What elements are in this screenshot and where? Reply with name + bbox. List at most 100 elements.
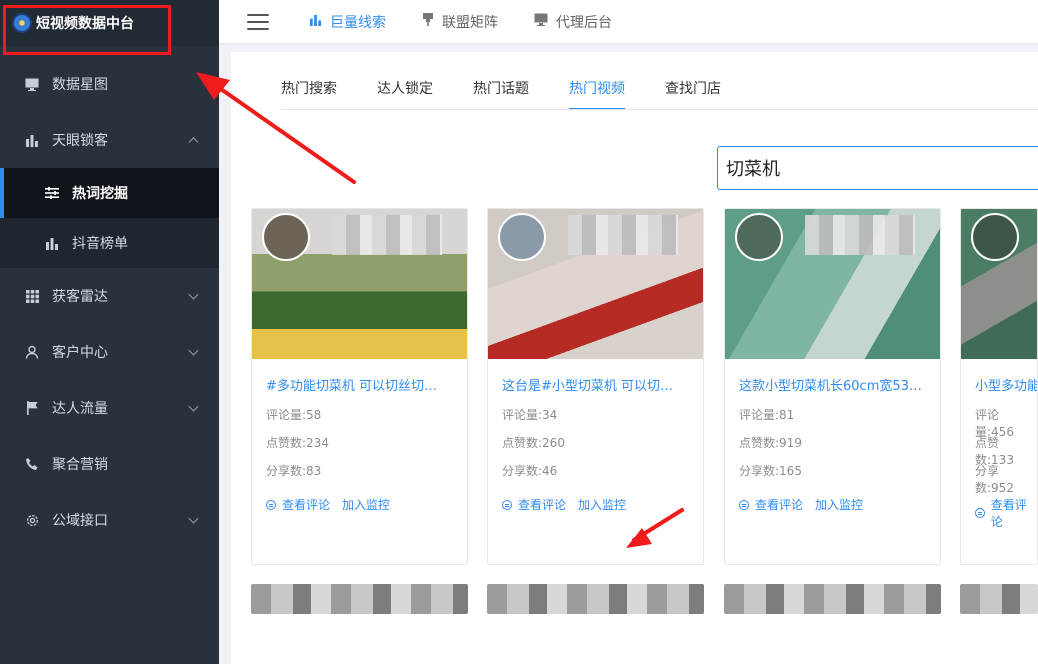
view-comments-link[interactable]: 查看评论 [991, 496, 1037, 530]
highlight-box [3, 5, 171, 55]
top-nav-item-agent[interactable]: 代理后台 [534, 12, 612, 32]
video-thumbnail-row2[interactable] [487, 584, 704, 614]
user-icon [24, 344, 40, 360]
chevron-down-icon [188, 513, 199, 524]
add-monitor-link[interactable]: 加入监控 [815, 496, 863, 513]
comment-count: 评论量:58 [266, 408, 322, 422]
sidebar-menu: 数据星图 天眼锁客 热词挖掘 抖音榜单 获客雷达 客户中心 达人流量 聚合营销 … [0, 56, 219, 548]
view-comments-link[interactable]: 查看评论 [282, 496, 330, 513]
video-thumbnail[interactable] [488, 209, 703, 359]
sidebar-item-label: 热词挖掘 [72, 186, 128, 202]
comment-icon [739, 499, 749, 510]
top-nav-label: 代理后台 [556, 14, 612, 31]
comment-icon [266, 499, 276, 510]
sidebar-item-hot-words[interactable]: 热词挖掘 [0, 168, 219, 218]
share-count: 分享数:83 [266, 464, 322, 478]
top-nav-item-leads[interactable]: 巨量线索 [309, 12, 386, 32]
like-count: 点赞数:234 [266, 436, 329, 450]
flag-icon [24, 400, 40, 416]
video-thumbnail-row2[interactable] [960, 584, 1038, 614]
tab-influencer-lock[interactable]: 达人锁定 [377, 78, 433, 110]
sidebar-item-radar[interactable]: 获客雷达 [0, 268, 219, 324]
chevron-down-icon [188, 401, 199, 412]
bar-chart-icon [24, 132, 40, 148]
grid-icon [24, 288, 40, 304]
sidebar-item-label: 获客雷达 [52, 289, 108, 305]
tab-bar: 热门搜索 达人锁定 热门话题 热门视频 查找门店 [281, 78, 761, 110]
sidebar-item-data-star-map[interactable]: 数据星图 [0, 56, 219, 112]
top-header: 巨量线索 联盟矩阵 代理后台 [219, 0, 1038, 44]
monitor-icon [534, 13, 548, 30]
top-nav-label: 巨量线索 [330, 14, 386, 31]
hamburger-menu-icon[interactable] [247, 13, 269, 30]
view-comments-link[interactable]: 查看评论 [518, 496, 566, 513]
add-monitor-link[interactable]: 加入监控 [578, 496, 626, 513]
author-avatar [971, 213, 1019, 261]
comment-count: 评论量:34 [502, 408, 558, 422]
video-thumbnail[interactable] [252, 209, 467, 359]
gear-icon [24, 512, 40, 528]
blurred-text [805, 215, 915, 255]
add-monitor-link[interactable]: 加入监控 [342, 496, 390, 513]
sidebar-item-label: 天眼锁客 [52, 133, 108, 149]
sidebar-item-label: 达人流量 [52, 401, 108, 417]
card-actions: 查看评论 [975, 496, 1037, 530]
tab-hot-search[interactable]: 热门搜索 [281, 78, 337, 110]
sidebar-item-label: 公域接口 [52, 513, 108, 529]
author-avatar [735, 213, 783, 261]
tab-find-store[interactable]: 查找门店 [665, 78, 721, 110]
video-thumbnail[interactable] [725, 209, 940, 359]
chevron-down-icon [188, 289, 199, 300]
sidebar-item-customers[interactable]: 客户中心 [0, 324, 219, 380]
sidebar-item-sky-eye[interactable]: 天眼锁客 [0, 112, 219, 168]
blurred-text [332, 215, 442, 255]
top-nav: 巨量线索 联盟矩阵 代理后台 [309, 12, 648, 32]
sidebar: 短视频数据中台 数据星图 天眼锁客 热词挖掘 抖音榜单 获客雷达 客户中心 达人… [0, 0, 219, 664]
video-title[interactable]: 这款小型切菜机长60cm宽53… [739, 375, 929, 394]
video-card[interactable]: 小型多功能 评论量:456 点赞数:133 分享数:952 查看评论 [960, 208, 1038, 565]
video-title[interactable]: 这台是#小型切菜机 可以切… [502, 375, 692, 394]
video-title[interactable]: #多功能切菜机 可以切丝切… [266, 375, 456, 394]
top-nav-item-alliance[interactable]: 联盟矩阵 [422, 12, 498, 32]
tabs-divider [281, 109, 1038, 110]
sidebar-item-label: 抖音榜单 [72, 236, 128, 252]
chevron-down-icon [188, 345, 199, 356]
tab-hot-videos[interactable]: 热门视频 [569, 78, 625, 110]
comment-icon [502, 499, 512, 510]
card-actions: 查看评论 加入监控 [266, 496, 390, 513]
card-actions: 查看评论 加入监控 [502, 496, 626, 513]
sidebar-item-label: 聚合营销 [52, 457, 108, 473]
sidebar-item-influencer-traffic[interactable]: 达人流量 [0, 380, 219, 436]
top-nav-label: 联盟矩阵 [442, 14, 498, 31]
sidebar-item-public-api[interactable]: 公域接口 [0, 492, 219, 548]
bar-chart-icon [309, 14, 322, 30]
video-thumbnail-row2[interactable] [251, 584, 468, 614]
video-thumbnail[interactable] [961, 209, 1037, 359]
sidebar-item-label: 数据星图 [52, 77, 108, 93]
share-count: 分享数:165 [739, 464, 802, 478]
video-card[interactable]: 这款小型切菜机长60cm宽53… 评论量:81 点赞数:919 分享数:165 … [724, 208, 941, 565]
video-thumbnail-row2[interactable] [724, 584, 941, 614]
comment-icon [975, 508, 985, 518]
sliders-icon [44, 185, 60, 201]
chevron-up-icon [188, 137, 199, 148]
author-avatar [498, 213, 546, 261]
card-actions: 查看评论 加入监控 [739, 496, 863, 513]
video-card[interactable]: #多功能切菜机 可以切丝切… 评论量:58 点赞数:234 分享数:83 查看评… [251, 208, 468, 565]
blurred-text [568, 215, 678, 255]
sidebar-item-douyin-rank[interactable]: 抖音榜单 [0, 218, 219, 268]
author-avatar [262, 213, 310, 261]
view-comments-link[interactable]: 查看评论 [755, 496, 803, 513]
pin-icon [422, 13, 434, 30]
search-input[interactable] [717, 146, 1038, 190]
share-count: 分享数:952 [975, 464, 1014, 495]
monitor-icon [24, 76, 40, 92]
sidebar-item-aggregate-marketing[interactable]: 聚合营销 [0, 436, 219, 492]
video-card[interactable]: 这台是#小型切菜机 可以切… 评论量:34 点赞数:260 分享数:46 查看评… [487, 208, 704, 565]
share-count: 分享数:46 [502, 464, 558, 478]
sidebar-item-label: 客户中心 [52, 345, 108, 361]
tab-hot-topics[interactable]: 热门话题 [473, 78, 529, 110]
video-title[interactable]: 小型多功能 [975, 375, 1037, 394]
bar-chart-icon [44, 235, 60, 251]
like-count: 点赞数:260 [502, 436, 565, 450]
